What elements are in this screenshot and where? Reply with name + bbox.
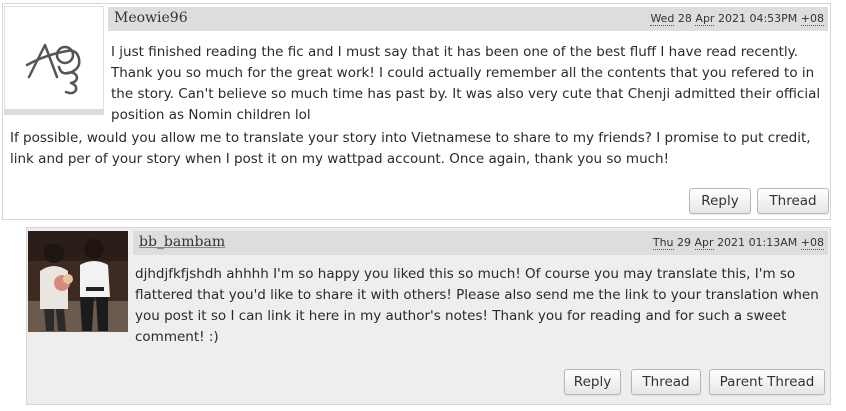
timezone: +08: [800, 12, 824, 26]
comment-meowie96: Meowie96 Wed 28 Apr 2021 04:53PM +08 I j…: [2, 3, 831, 220]
timestamp: Thu 29 Apr 2021 01:13AM +08: [652, 236, 824, 250]
weekday: Wed: [650, 12, 675, 26]
time: 01:13AM: [748, 236, 798, 249]
year: 2021: [717, 236, 746, 249]
reply-button[interactable]: Reply: [564, 369, 621, 395]
comment-paragraph: If possible, would you allow me to trans…: [10, 130, 811, 167]
avatar[interactable]: [28, 231, 128, 332]
avatar-divider: [4, 109, 104, 115]
timestamp: Wed 28 Apr 2021 04:53PM +08: [650, 12, 824, 26]
weekday: Thu: [652, 236, 674, 250]
parent-thread-button[interactable]: Parent Thread: [709, 369, 825, 395]
comment-header: bb_bambam Thu 29 Apr 2021 01:13AM +08: [133, 231, 828, 255]
time: 04:53PM: [749, 12, 798, 25]
comment-header: Meowie96 Wed 28 Apr 2021 04:53PM +08: [108, 7, 828, 31]
month: Apr: [694, 236, 714, 250]
comment-paragraph: djhdjfkfjshdh ahhhh I'm so happy you lik…: [135, 266, 819, 345]
thread-button[interactable]: Thread: [631, 369, 701, 395]
username[interactable]: Meowie96: [114, 10, 188, 26]
avatar[interactable]: [4, 6, 104, 111]
username[interactable]: bb_bambam: [139, 234, 225, 250]
reply-button[interactable]: Reply: [689, 188, 751, 214]
day: 28: [677, 12, 692, 25]
comment-bb-bambam: bb_bambam Thu 29 Apr 2021 01:13AM +08 dj…: [26, 227, 831, 405]
year: 2021: [717, 12, 746, 25]
day: 29: [677, 236, 692, 249]
user-photo-avatar: [28, 231, 128, 332]
ao3-logo-icon: [25, 43, 81, 95]
thread-button[interactable]: Thread: [757, 188, 829, 214]
month: Apr: [695, 12, 715, 26]
timezone: +08: [800, 236, 824, 250]
comment-paragraph: I just finished reading the fic and I mu…: [111, 44, 821, 123]
